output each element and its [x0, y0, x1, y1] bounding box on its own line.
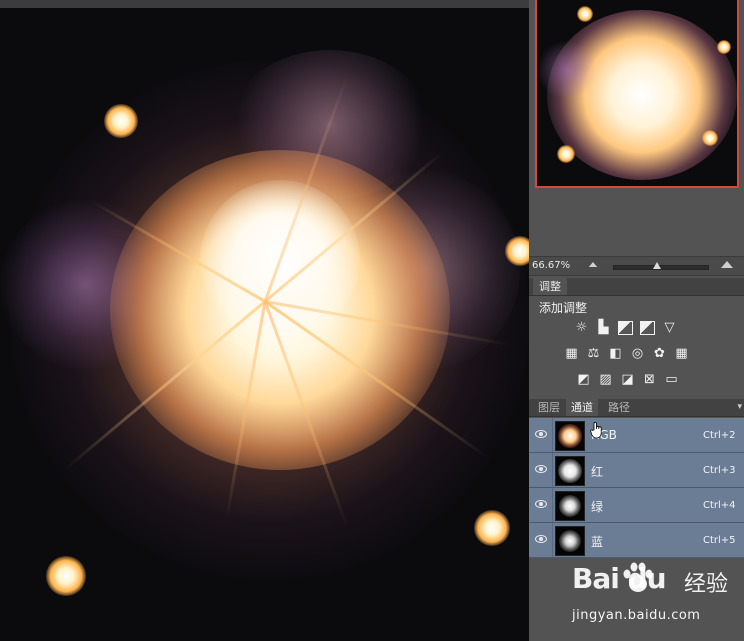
photo-filter-icon[interactable]: ◎	[629, 345, 646, 362]
visibility-eye-icon[interactable]	[535, 535, 547, 543]
exposure-icon[interactable]	[639, 319, 656, 336]
channel-thumbnail-green	[555, 491, 585, 521]
adjustments-title: 添加调整	[539, 301, 588, 315]
zoom-in-icon[interactable]	[721, 261, 733, 268]
channel-thumbnail-rgb	[555, 421, 585, 451]
adjustments-tabbar: 调整	[529, 278, 744, 296]
vibrance-icon[interactable]: ▽	[661, 319, 678, 336]
black-white-icon[interactable]: ◧	[607, 345, 624, 362]
channel-thumbnail-red	[555, 456, 585, 486]
navigator-zoom-bar: 66.67%	[529, 256, 744, 276]
visibility-eye-icon[interactable]	[535, 465, 547, 473]
selective-color-icon[interactable]: ⊠	[641, 371, 658, 388]
tab-adjustments[interactable]: 调整	[533, 278, 567, 295]
hand-cursor-icon	[590, 421, 602, 439]
channels-tabbar: 图层 通道 路径 ▾	[529, 399, 744, 417]
color-lookup-icon[interactable]: ▦	[673, 345, 690, 362]
channel-thumbnail-blue	[555, 526, 585, 556]
row-divider	[552, 523, 553, 557]
channel-shortcut: Ctrl+3	[703, 465, 736, 476]
channel-name: 红	[591, 465, 604, 479]
channel-shortcut: Ctrl+4	[703, 500, 736, 511]
channel-shortcut: Ctrl+2	[703, 430, 736, 441]
channel-name: 蓝	[591, 535, 604, 549]
flare-top-left	[104, 104, 138, 138]
channel-row-red[interactable]: 红 Ctrl+3	[529, 453, 744, 488]
navigator-flare	[557, 145, 575, 163]
zoom-slider-thumb[interactable]	[653, 262, 661, 269]
flare-right	[505, 236, 529, 266]
visibility-eye-icon[interactable]	[535, 430, 547, 438]
threshold-icon[interactable]: ◪	[619, 371, 636, 388]
channel-name: 绿	[591, 500, 604, 514]
flare-bottom-right	[474, 510, 510, 546]
channel-shortcut: Ctrl+5	[703, 535, 736, 546]
document-canvas[interactable]	[0, 0, 529, 641]
brightness-contrast-icon[interactable]: ☼	[573, 319, 590, 336]
navigator-smoke	[537, 40, 597, 100]
invert-icon[interactable]: ◩	[575, 371, 592, 388]
navigator-flare	[577, 6, 593, 22]
levels-icon[interactable]: ▙	[595, 319, 612, 336]
channel-mixer-icon[interactable]: ✿	[651, 345, 668, 362]
navigator-flare	[717, 40, 731, 54]
row-divider	[552, 453, 553, 487]
curves-icon[interactable]	[617, 319, 634, 336]
visibility-eye-icon[interactable]	[535, 500, 547, 508]
hue-saturation-icon[interactable]: ▦	[563, 345, 580, 362]
gradient-map-icon[interactable]: ▭	[663, 371, 680, 388]
channel-row-green[interactable]: 绿 Ctrl+4	[529, 488, 744, 523]
channel-row-rgb[interactable]: RGB Ctrl+2	[529, 418, 744, 453]
paw-logo-icon	[623, 562, 653, 592]
channel-row-blue[interactable]: 蓝 Ctrl+5	[529, 523, 744, 558]
tab-layers[interactable]: 图层	[533, 399, 565, 416]
color-balance-icon[interactable]: ⚖	[585, 345, 602, 362]
posterize-icon[interactable]: ▨	[597, 371, 614, 388]
row-divider	[552, 418, 553, 452]
tab-paths[interactable]: 路径	[603, 399, 635, 416]
adjustments-row-2: ▦ ⚖ ◧ ◎ ✿ ▦	[563, 345, 690, 362]
flare-bottom-left	[46, 556, 86, 596]
navigator-preview[interactable]	[535, 0, 739, 188]
zoom-slider-track[interactable]	[613, 265, 709, 270]
zoom-level[interactable]: 66.67%	[532, 260, 570, 271]
right-panel-dock: 66.67% 调整 添加调整 ☼ ▙ ▽ ▦ ⚖ ◧ ◎ ✿ ▦ ◩ ▨ ◪ ⊠…	[529, 0, 744, 641]
row-divider	[552, 488, 553, 522]
adjustments-row-3: ◩ ▨ ◪ ⊠ ▭	[575, 371, 680, 388]
zoom-out-icon[interactable]	[588, 262, 598, 267]
navigator-flare	[702, 130, 718, 146]
canvas-top-edge	[0, 0, 529, 8]
adjustments-row-1: ☼ ▙ ▽	[573, 319, 678, 336]
baidu-jingyan-watermark: Bai du 经验 jingyan.baidu.com	[568, 556, 738, 634]
tab-channels[interactable]: 通道	[566, 399, 598, 416]
watermark-brand: 经验	[684, 572, 729, 597]
watermark-url: jingyan.baidu.com	[572, 608, 701, 623]
panel-menu-icon[interactable]: ▾	[737, 402, 742, 412]
